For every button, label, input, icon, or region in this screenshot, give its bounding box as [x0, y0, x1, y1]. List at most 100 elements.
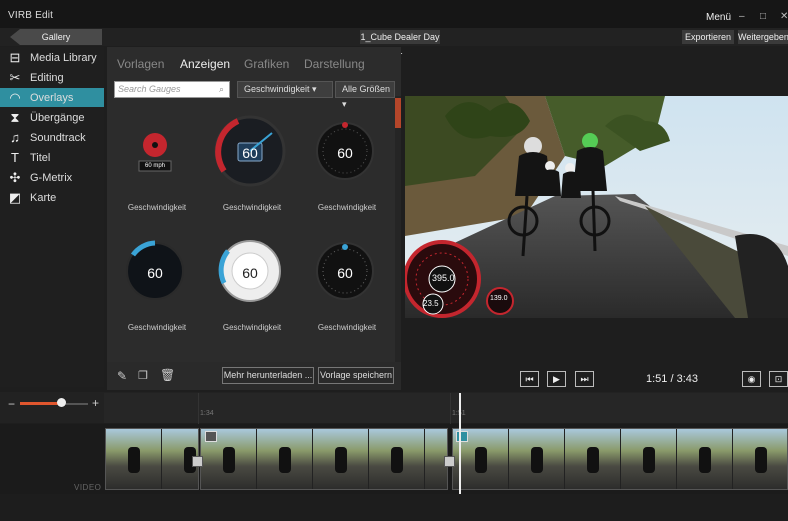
play-icon[interactable]: ▶: [547, 371, 566, 387]
overlay-heart-rate: 139.0: [490, 295, 508, 302]
sidebar-item-soundtrack[interactable]: ♫ Soundtrack: [0, 128, 104, 147]
film-strip-icon: ⊟: [9, 49, 21, 65]
project-name: 1_Cube Dealer Day 1: [360, 30, 440, 56]
copy-icon[interactable]: ❐: [138, 369, 148, 382]
search-icon: ⌕: [219, 84, 225, 94]
panel-scroll-thumb[interactable]: [395, 98, 401, 128]
track-label: VIDEO: [74, 483, 102, 492]
camera-icon[interactable]: ◉: [742, 371, 761, 387]
gauge-label: Geschwindigkeit: [222, 203, 282, 212]
gauge-label: Geschwindigkeit: [222, 323, 282, 332]
tab-vorlagen[interactable]: Vorlagen: [117, 57, 164, 71]
download-more-button[interactable]: Mehr herunterladen ...: [222, 367, 314, 384]
menu-button[interactable]: Menü: [706, 12, 731, 23]
gmetrix-icon: ✣: [9, 169, 21, 185]
clip-thumbnail: [509, 429, 565, 489]
gauge-tile[interactable]: 60 Geschwindigkeit: [206, 107, 298, 225]
sidebar-item-editing[interactable]: ✂ Editing: [0, 68, 104, 87]
clip-thumbnail: [565, 429, 621, 489]
tab-anzeigen[interactable]: Anzeigen: [180, 57, 230, 71]
gauge-value: 60: [242, 145, 258, 161]
overlay-cadence: 23.5: [423, 299, 439, 308]
gauge-tile[interactable]: 60 Geschwindigkeit: [206, 227, 298, 345]
transition-icon[interactable]: [444, 456, 455, 467]
video-frame: [405, 96, 788, 318]
clip-thumbnail: [106, 429, 162, 489]
sidebar-item-label: Karte: [30, 191, 57, 204]
tab-darstellung[interactable]: Darstellung: [304, 57, 365, 71]
timeline-ruler[interactable]: [104, 393, 788, 423]
transport-bar: [404, 366, 788, 392]
zoom-out-icon[interactable]: −: [8, 397, 15, 411]
title-t-icon: T: [11, 150, 19, 165]
sidebar-item-label: Editing: [30, 71, 64, 84]
map-icon: ◩: [8, 189, 22, 205]
sidebar-item-karte[interactable]: ◩ Karte: [0, 188, 104, 207]
gauge-panel: Vorlagen Anzeigen Grafiken Darstellung S…: [107, 47, 401, 389]
video-clip[interactable]: [105, 428, 199, 490]
gauge-tile[interactable]: 60 Geschwindigkeit: [111, 227, 203, 345]
sidebar-item-label: Übergänge: [30, 111, 85, 124]
transition-icon[interactable]: [192, 456, 203, 467]
fullscreen-icon[interactable]: ⊡: [769, 371, 788, 387]
share-button[interactable]: Weitergeben: [738, 30, 788, 44]
sidebar-item-g-metrix[interactable]: ✣ G-Metrix: [0, 168, 104, 187]
zoom-slider-fill: [20, 402, 61, 405]
gauge-icon: ◠: [9, 89, 21, 105]
close-icon[interactable]: ✕: [780, 11, 788, 22]
gauge-label: Geschwindigkeit: [317, 203, 377, 212]
filter-size-dropdown[interactable]: Alle Größen ▾: [335, 81, 395, 109]
filter-type-label: Geschwindigkeit: [244, 84, 310, 94]
timecode: 1:51 / 3:43: [646, 373, 698, 385]
zoom-slider-handle[interactable]: [56, 398, 66, 407]
sidebar-item-label: Overlays: [30, 91, 74, 104]
transition-icon: ⧗: [10, 109, 20, 125]
clip-thumbnail: [677, 429, 733, 489]
sidebar-item-label: Media Library: [30, 51, 97, 64]
video-preview[interactable]: 395.0 23.5 139.0: [405, 96, 788, 318]
minimize-icon[interactable]: –: [739, 11, 745, 22]
music-note-icon: ♫: [10, 130, 20, 145]
save-template-button[interactable]: Vorlage speichern: [318, 367, 394, 384]
sidebar-item-media-library[interactable]: ⊟ Media Library: [0, 48, 104, 67]
sidebar-item-übergänge[interactable]: ⧗ Übergänge: [0, 108, 104, 127]
sidebar-item-titel[interactable]: T Titel: [0, 148, 104, 167]
gauge-value: 60: [337, 145, 353, 161]
gauge-grid: 60 mph Geschwindigkeit 60 Geschwindigkeit 60…: [107, 107, 397, 359]
gallery-button[interactable]: Gallery: [10, 29, 102, 45]
gauge-value: 60: [147, 265, 163, 281]
export-button[interactable]: Exportieren: [682, 30, 734, 44]
sidebar-item-overlays[interactable]: ◠ Overlays: [0, 88, 104, 107]
gauge-label: Geschwindigkeit: [127, 323, 187, 332]
overlay-speed: 395.0: [432, 273, 455, 283]
timeline-mark-1: 1:34: [200, 410, 214, 417]
pencil-icon[interactable]: ✎: [117, 369, 127, 383]
gauge-tile[interactable]: 60 mph Geschwindigkeit: [111, 107, 203, 225]
gauge-tile[interactable]: 60 Geschwindigkeit: [301, 227, 393, 345]
gauge-label: Geschwindigkeit: [317, 323, 377, 332]
scissors-icon: ✂: [9, 69, 21, 85]
filter-type-dropdown[interactable]: Geschwindigkeit ▾: [237, 81, 333, 98]
trash-icon[interactable]: 🗑: [160, 368, 175, 382]
sidebar-item-label: Titel: [30, 151, 51, 164]
skip-forward-icon[interactable]: ⏭: [575, 371, 594, 387]
clip-thumbnail: [313, 429, 369, 489]
video-clip[interactable]: [452, 428, 788, 490]
title-bar: [0, 0, 788, 28]
clip-thumbnail: [257, 429, 313, 489]
clip-thumbnail: [733, 429, 787, 489]
chevron-down-icon: ▾: [312, 84, 317, 94]
gauge-label: Geschwindigkeit: [127, 203, 187, 212]
overlay-badge-icon[interactable]: [205, 431, 217, 442]
video-clip[interactable]: [200, 428, 448, 490]
panel-scrollbar[interactable]: [395, 96, 401, 362]
overlay-badge-icon[interactable]: [456, 431, 468, 442]
maximize-icon[interactable]: □: [760, 11, 766, 22]
app-title: VIRB Edit: [8, 10, 54, 21]
search-input[interactable]: Search Gauges: [114, 81, 230, 98]
tab-grafiken[interactable]: Grafiken: [244, 57, 289, 71]
sidebar-item-label: G-Metrix: [30, 171, 73, 184]
gauge-tile[interactable]: 60 Geschwindigkeit: [301, 107, 393, 225]
skip-back-icon[interactable]: ⏮: [520, 371, 539, 387]
zoom-in-icon[interactable]: +: [92, 396, 99, 410]
